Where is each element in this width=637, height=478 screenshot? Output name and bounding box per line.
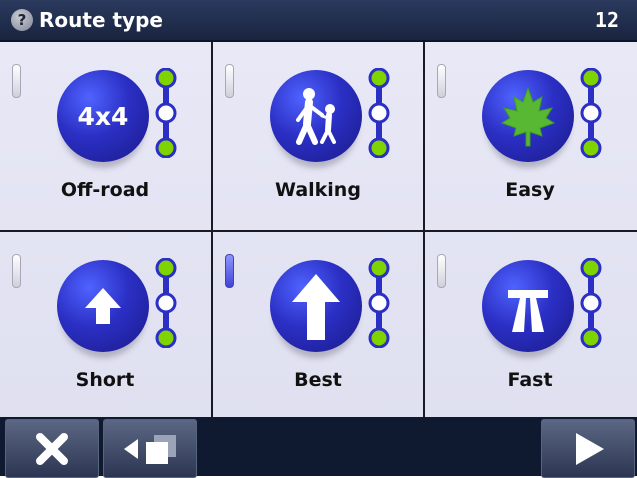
route-option-label: Off-road xyxy=(60,179,150,201)
large-arrow-up-icon xyxy=(270,260,362,352)
maple-leaf-icon xyxy=(482,70,574,162)
route-option-dots-icon xyxy=(153,68,179,158)
screen-title: Route type xyxy=(39,8,163,32)
route-option-label: Best xyxy=(294,369,342,391)
pedestrian-icon xyxy=(270,70,362,162)
highway-icon xyxy=(482,260,574,352)
route-option-label: Short xyxy=(75,369,135,391)
selection-indicator xyxy=(12,64,21,98)
route-type-screen: ? Route type 12 4x4 Off-road Walking Eas… xyxy=(0,0,637,478)
back-button[interactable] xyxy=(103,419,197,478)
close-button[interactable] xyxy=(5,419,99,478)
route-option-label: Easy xyxy=(505,179,555,201)
route-option-easy[interactable]: Easy xyxy=(425,42,635,228)
route-option-dots-icon xyxy=(366,68,392,158)
route-option-dots-icon xyxy=(578,68,604,158)
help-button[interactable]: ? xyxy=(11,9,33,31)
route-option-best[interactable]: Best xyxy=(213,232,423,418)
title-bar: ? Route type 12 xyxy=(0,0,637,42)
selection-indicator xyxy=(437,254,446,288)
route-option-short[interactable]: Short xyxy=(0,232,210,418)
route-option-dots-icon xyxy=(366,258,392,348)
small-arrow-up-icon xyxy=(57,260,149,352)
selection-indicator xyxy=(225,64,234,98)
back-pages-icon xyxy=(124,435,176,464)
bottom-toolbar xyxy=(0,417,637,478)
play-arrow-icon xyxy=(576,433,604,465)
four-by-four-badge: 4x4 xyxy=(78,102,129,131)
route-option-off-road[interactable]: 4x4 Off-road xyxy=(0,42,210,228)
route-option-walking[interactable]: Walking xyxy=(213,42,423,228)
route-option-fast[interactable]: Fast xyxy=(425,232,635,418)
grid-divider xyxy=(0,230,637,232)
selection-indicator xyxy=(12,254,21,288)
next-button[interactable] xyxy=(541,419,635,478)
route-option-label: Walking xyxy=(275,179,361,201)
route-option-label: Fast xyxy=(507,369,553,391)
selection-indicator xyxy=(437,64,446,98)
page-counter: 12 xyxy=(594,8,619,32)
selection-indicator-selected xyxy=(225,254,234,288)
route-option-dots-icon xyxy=(153,258,179,348)
close-icon xyxy=(36,433,68,465)
route-option-dots-icon xyxy=(578,258,604,348)
four-by-four-icon: 4x4 xyxy=(57,70,149,162)
